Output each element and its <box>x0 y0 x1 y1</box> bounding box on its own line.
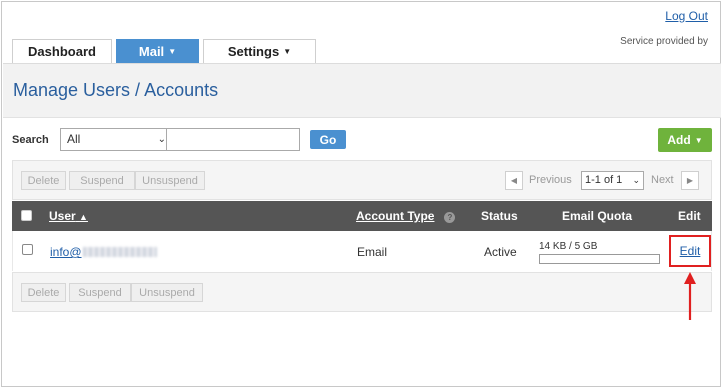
delete-button-bottom[interactable]: Delete <box>21 283 66 302</box>
search-filter-value: All <box>67 132 81 146</box>
go-button[interactable]: Go <box>310 130 346 149</box>
quota-progress-bar <box>539 254 660 264</box>
unsuspend-button-bottom[interactable]: Unsuspend <box>131 283 203 302</box>
top-action-bar: Delete Suspend Unsuspend ◀ Previous 1-1 … <box>12 160 712 200</box>
add-button-label: Add <box>667 133 691 147</box>
status-cell: Active <box>484 245 517 259</box>
page-range-select[interactable]: 1-1 of 1 ⌄ <box>581 171 644 190</box>
next-page-icon[interactable]: ▶ <box>681 171 699 190</box>
tab-dashboard-label: Dashboard <box>28 44 96 59</box>
page-header: Manage Users / Accounts <box>3 63 721 118</box>
delete-button[interactable]: Delete <box>21 171 66 190</box>
provided-by-text: Service provided by <box>620 36 708 47</box>
select-all-checkbox[interactable] <box>21 210 32 221</box>
previous-page-icon[interactable]: ◀ <box>505 171 523 190</box>
logout-link[interactable]: Log Out <box>665 9 708 23</box>
main-tabs: Dashboard Mail ▼ Settings ▼ <box>12 39 320 63</box>
account-type-cell: Email <box>357 245 388 259</box>
unsuspend-button[interactable]: Unsuspend <box>135 171 205 190</box>
column-email-quota: Email Quota <box>562 209 633 223</box>
chevron-down-icon: ⌄ <box>157 134 166 145</box>
search-filter-select[interactable]: All ⌄ <box>60 128 172 151</box>
user-cell[interactable]: info@ <box>50 245 157 259</box>
table-row: info@ Email Active 14 KB / 5 GB Edit <box>12 231 712 271</box>
tab-dashboard[interactable]: Dashboard <box>12 39 112 63</box>
tab-settings-label: Settings <box>227 44 280 59</box>
redacted-email-part <box>82 247 157 257</box>
page-range-value: 1-1 of 1 <box>585 174 623 186</box>
tab-settings[interactable]: Settings ▼ <box>203 39 316 63</box>
caret-down-icon: ▼ <box>694 135 703 145</box>
sort-ascending-icon: ▲ <box>79 212 88 222</box>
help-icon[interactable]: ? <box>444 212 456 223</box>
column-user-label: User <box>49 209 76 223</box>
suspend-button[interactable]: Suspend <box>69 171 135 190</box>
user-link[interactable]: info@ <box>50 245 157 259</box>
caret-down-icon: ▼ <box>168 47 177 56</box>
user-email-visible: info@ <box>50 245 82 259</box>
add-button[interactable]: Add ▼ <box>658 128 712 152</box>
previous-label[interactable]: Previous <box>529 174 572 186</box>
annotation-arrow-icon <box>684 272 696 320</box>
chevron-down-icon: ⌄ <box>632 175 640 185</box>
quota-text: 14 KB / 5 GB <box>539 241 598 252</box>
table-header: User ▲ Account Type? Status Email Quota … <box>12 201 712 231</box>
column-user[interactable]: User ▲ <box>49 209 88 223</box>
column-account-type[interactable]: Account Type? <box>356 209 456 223</box>
app-frame: Log Out Service provided by Dashboard Ma… <box>1 1 721 387</box>
edit-link[interactable]: Edit <box>680 244 701 258</box>
suspend-button-bottom[interactable]: Suspend <box>69 283 131 302</box>
search-bar: Search All ⌄ Go Add ▼ <box>12 128 712 152</box>
search-input[interactable] <box>166 128 300 151</box>
row-checkbox[interactable] <box>22 244 33 255</box>
edit-highlight-box: Edit <box>669 235 711 267</box>
column-account-type-label: Account Type <box>356 209 435 223</box>
column-status: Status <box>481 209 518 223</box>
search-label: Search <box>12 134 49 146</box>
tab-mail[interactable]: Mail ▼ <box>116 39 199 63</box>
bottom-action-bar: Delete Suspend Unsuspend <box>12 272 712 312</box>
page-title: Manage Users / Accounts <box>13 80 219 100</box>
caret-down-icon: ▼ <box>283 47 292 56</box>
tab-mail-label: Mail <box>138 44 165 59</box>
next-label[interactable]: Next <box>651 174 674 186</box>
column-edit: Edit <box>678 209 701 223</box>
